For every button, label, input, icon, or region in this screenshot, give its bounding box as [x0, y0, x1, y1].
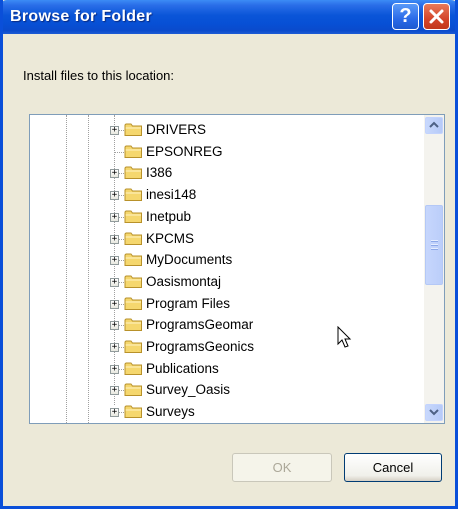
folder-icon [124, 144, 143, 164]
folder-icon [124, 382, 143, 402]
tree-item-label: DRIVERS [146, 122, 207, 137]
vertical-scrollbar[interactable] [424, 115, 444, 423]
expand-icon[interactable]: + [110, 191, 119, 201]
tree-item-label: MyDocuments [146, 252, 233, 268]
tree-item-label: KPCMS [146, 230, 195, 246]
tree-item-label: Inetpub [146, 208, 192, 224]
folder-icon [124, 209, 143, 229]
tree-item-label: Surveys [146, 404, 195, 420]
tree-connector [114, 151, 124, 153]
title-bar[interactable]: Browse for Folder ? [3, 0, 455, 34]
folder-icon [124, 317, 143, 337]
expand-icon[interactable]: + [110, 126, 119, 135]
tree-item-label: Program Files [146, 295, 231, 311]
chevron-down-icon [429, 409, 439, 416]
scroll-down-button[interactable] [425, 404, 443, 421]
expand-icon[interactable]: + [110, 299, 119, 309]
folder-icon [124, 404, 143, 423]
expand-icon[interactable]: + [110, 386, 119, 396]
tree-item[interactable]: + ProgramsGeonics [30, 336, 420, 358]
expand-icon[interactable]: + [110, 169, 119, 179]
expand-icon[interactable]: + [110, 364, 119, 374]
expand-icon[interactable]: + [110, 343, 119, 352]
tree-item[interactable]: + ProgramsGeomar [30, 314, 420, 336]
folder-icon [124, 187, 143, 207]
tree-item-label: inesi148 [146, 187, 197, 203]
cancel-button[interactable]: Cancel [344, 453, 442, 482]
close-button[interactable] [423, 3, 450, 30]
scroll-up-button[interactable] [425, 117, 443, 134]
tree-item[interactable]: + MyDocuments [30, 249, 420, 271]
tree-item[interactable]: EPSONREG [30, 141, 420, 163]
tree-item[interactable]: + Oasismontaj [30, 271, 420, 293]
close-icon [429, 9, 444, 24]
expand-icon[interactable]: + [110, 277, 119, 287]
tree-item-label: I386 [146, 165, 173, 181]
browse-for-folder-dialog: Browse for Folder ? Install files to thi… [0, 0, 458, 509]
folder-icon [124, 165, 143, 185]
folder-icon [124, 361, 143, 381]
window-title: Browse for Folder [10, 8, 153, 25]
tree-item[interactable]: + Inetpub [30, 206, 420, 228]
tree-item[interactable]: + KPCMS [30, 228, 420, 250]
scroll-thumb[interactable] [425, 205, 443, 285]
thumb-grip [431, 244, 438, 246]
tree-item-label: Publications [146, 360, 219, 376]
expand-icon[interactable]: + [110, 256, 119, 266]
expand-icon[interactable]: + [110, 234, 119, 244]
expand-icon[interactable]: + [110, 408, 119, 418]
tree-item[interactable]: + Survey_Oasis [30, 379, 420, 401]
tree-item[interactable]: + Publications [30, 358, 420, 380]
tree-item[interactable]: + Surveys [30, 401, 420, 423]
tree-item[interactable]: + Program Files [30, 293, 420, 315]
folder-icon [124, 122, 143, 142]
folder-tree[interactable]: + DRIVERS EPSONREG + I386 + inesi148 + Inetpub + K… [29, 114, 445, 424]
tree-item-label: ProgramsGeonics [146, 339, 255, 354]
tree-item-label: Oasismontaj [146, 273, 222, 289]
tree-item-label: ProgramsGeomar [146, 317, 254, 333]
ok-button[interactable]: OK [232, 453, 332, 482]
folder-icon [124, 252, 143, 272]
tree-item[interactable]: + inesi148 [30, 184, 420, 206]
help-button[interactable]: ? [392, 3, 419, 30]
chevron-up-icon [429, 121, 439, 128]
folder-icon [124, 274, 143, 294]
expand-icon[interactable]: + [110, 321, 119, 331]
thumb-grip [431, 248, 438, 250]
tree-item[interactable]: + I386 [30, 162, 420, 184]
tree-item[interactable]: + DRIVERS [30, 119, 420, 141]
tree-item-label: Survey_Oasis [146, 382, 231, 398]
help-icon: ? [399, 5, 412, 27]
mouse-pointer-icon [337, 326, 352, 348]
expand-icon[interactable]: + [110, 212, 119, 222]
folder-icon [124, 231, 143, 251]
tree-item-label: EPSONREG [146, 143, 223, 159]
thumb-grip [431, 240, 438, 242]
folder-icon [124, 296, 143, 316]
instruction-label: Install files to this location: [23, 68, 175, 83]
folder-icon [124, 339, 143, 359]
